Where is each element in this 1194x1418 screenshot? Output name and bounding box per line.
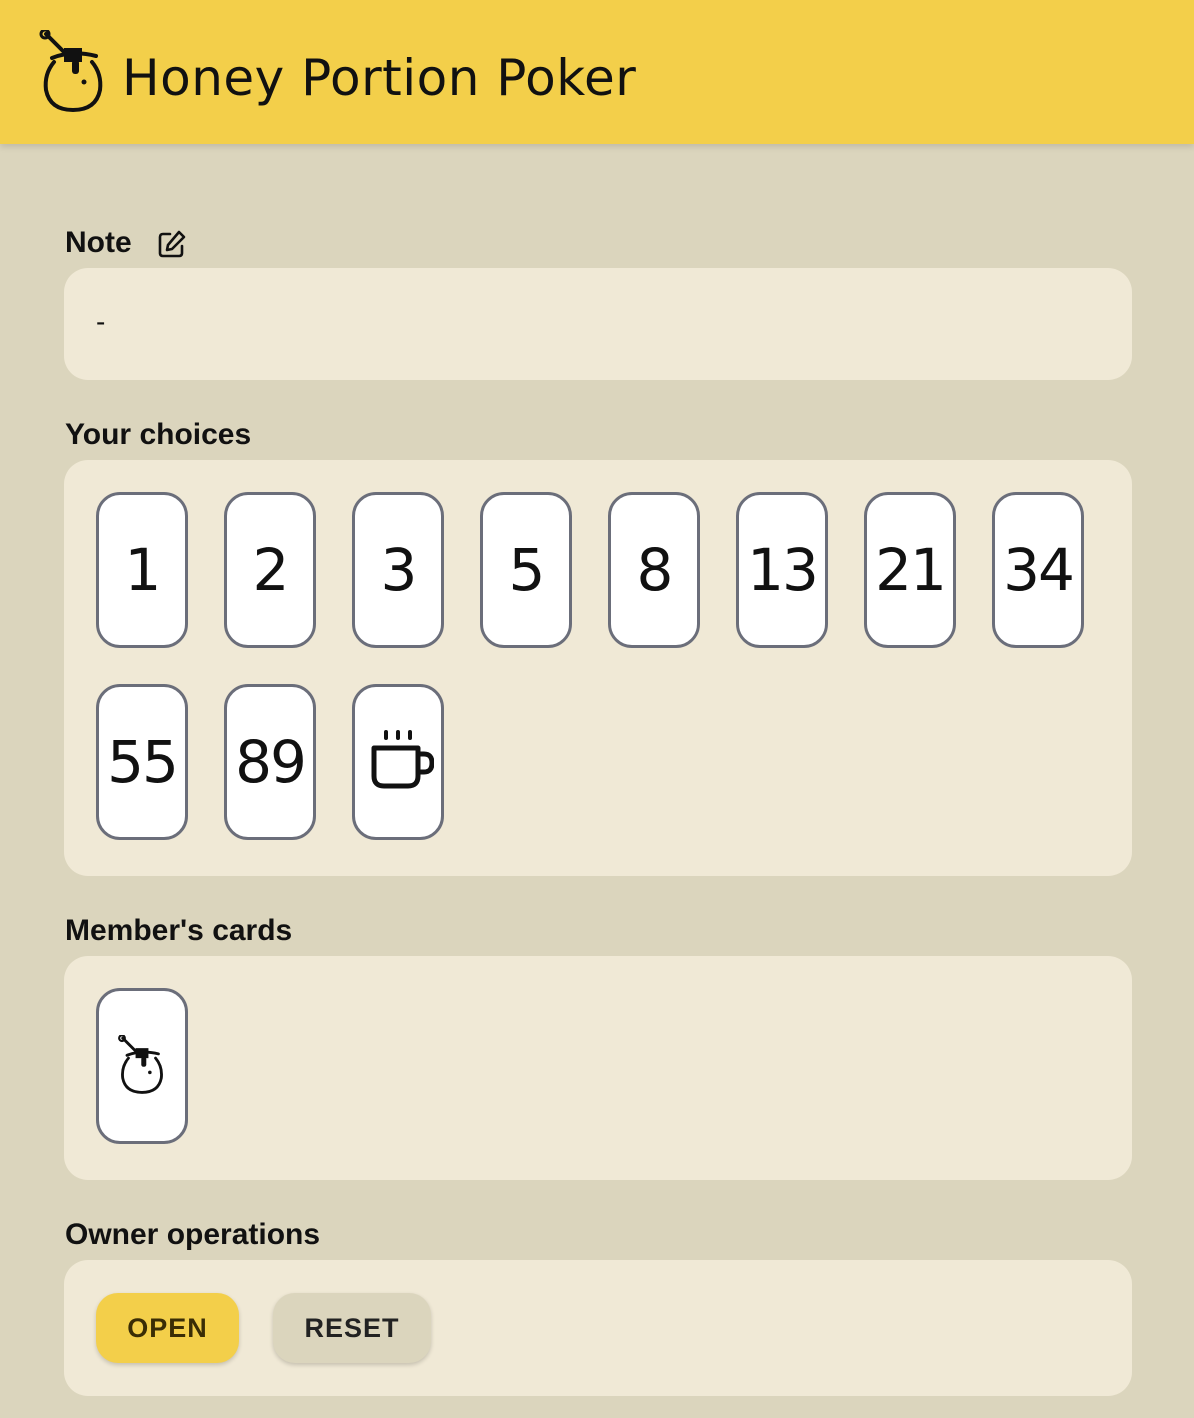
card-label: 1 xyxy=(124,536,162,604)
member-card xyxy=(96,988,188,1144)
your-choices-label: Your choices xyxy=(65,418,252,451)
card-55[interactable]: 55 xyxy=(96,684,188,840)
coffee-cup-icon xyxy=(371,730,434,789)
edit-icon[interactable] xyxy=(156,228,188,260)
card-label: 34 xyxy=(1003,536,1075,604)
members-panel xyxy=(64,956,1132,1180)
card-3[interactable]: 3 xyxy=(352,492,444,648)
open-button[interactable]: OPEN xyxy=(96,1293,239,1363)
card-34[interactable]: 34 xyxy=(992,492,1084,648)
honey-pot-icon xyxy=(39,30,103,113)
card-label: 5 xyxy=(508,536,546,604)
card-13[interactable]: 13 xyxy=(736,492,828,648)
note-panel: - xyxy=(64,268,1132,380)
card-label: 21 xyxy=(875,536,947,604)
card-coffee-break[interactable] xyxy=(352,684,444,840)
choices-panel: 1 2 3 5 8 13 21 34 55 89 xyxy=(64,460,1132,876)
card-label: 3 xyxy=(380,536,418,604)
note-label: Note xyxy=(65,226,132,259)
card-label: 89 xyxy=(235,728,307,796)
app-header: Honey Portion Poker xyxy=(0,0,1194,144)
note-value: - xyxy=(96,306,106,337)
reset-button[interactable]: RESET xyxy=(273,1293,431,1363)
members-cards-label: Member's cards xyxy=(65,914,293,947)
card-89[interactable]: 89 xyxy=(224,684,316,840)
card-21[interactable]: 21 xyxy=(864,492,956,648)
card-1[interactable]: 1 xyxy=(96,492,188,648)
card-8[interactable]: 8 xyxy=(608,492,700,648)
card-label: 55 xyxy=(107,728,179,796)
honey-pot-icon xyxy=(118,1035,163,1094)
card-label: 2 xyxy=(252,536,290,604)
card-5[interactable]: 5 xyxy=(480,492,572,648)
owner-panel: OPEN RESET xyxy=(64,1260,1132,1396)
app-title: Honey Portion Poker xyxy=(122,49,637,107)
owner-operations-label: Owner operations xyxy=(65,1218,321,1251)
card-label: 13 xyxy=(747,536,819,604)
card-2[interactable]: 2 xyxy=(224,492,316,648)
card-label: 8 xyxy=(636,536,674,604)
